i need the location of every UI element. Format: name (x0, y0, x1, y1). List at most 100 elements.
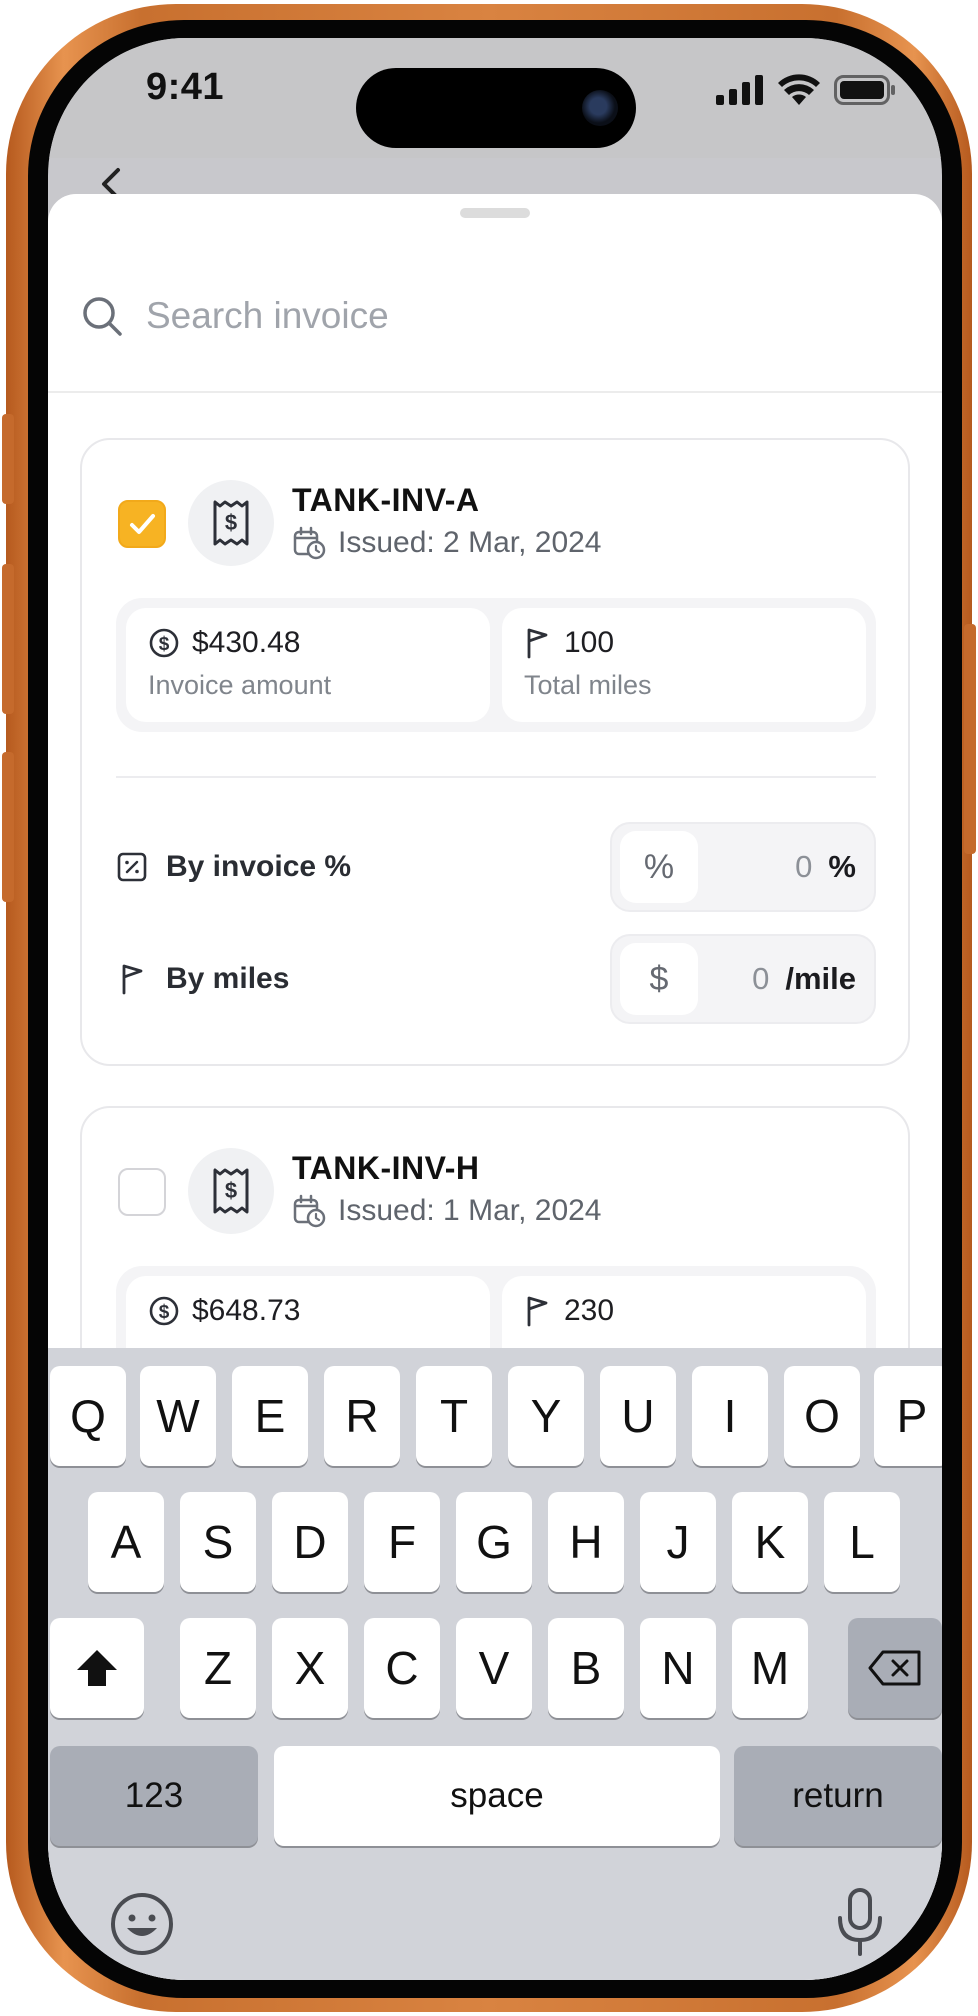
volume-down-button (2, 752, 14, 902)
key-x[interactable]: X (272, 1618, 348, 1718)
volume-up-button (2, 564, 14, 714)
total-miles-value: 100 (564, 626, 615, 659)
phone-frame: 9:41 Search invoice $ TANK-INV-A Issued:… (2, 4, 976, 2012)
key-h[interactable]: H (548, 1492, 624, 1592)
key-w[interactable]: W (140, 1366, 216, 1466)
total-miles-value: 230 (564, 1294, 615, 1327)
by-invoice-percent-row: By invoice % % 0 % (116, 822, 876, 912)
emoji-icon[interactable] (108, 1890, 176, 1958)
key-v[interactable]: V (456, 1618, 532, 1718)
flag-icon (122, 964, 143, 995)
checkmark-icon (130, 514, 155, 534)
key-q[interactable]: Q (50, 1366, 126, 1466)
invoice-amount-label: Invoice amount (148, 670, 332, 700)
per-mile-unit: /mile (785, 961, 856, 996)
shift-icon (77, 1650, 117, 1686)
receipt-dollar-icon: $ (188, 1148, 274, 1234)
calendar-clock-icon (293, 526, 326, 560)
svg-text:$: $ (225, 510, 237, 535)
camera-icon (582, 90, 618, 126)
screen: 9:41 Search invoice $ TANK-INV-A Issued:… (48, 38, 942, 1980)
key-l[interactable]: L (824, 1492, 900, 1592)
key-e[interactable]: E (232, 1366, 308, 1466)
issued-date: Issued: 1 Mar, 2024 (292, 1194, 602, 1228)
key-s[interactable]: S (180, 1492, 256, 1592)
backspace-icon (868, 1650, 921, 1686)
backspace-key[interactable] (848, 1618, 942, 1718)
microphone-icon[interactable] (832, 1886, 888, 1958)
sheet-grabber[interactable] (460, 208, 530, 218)
key-n[interactable]: N (640, 1618, 716, 1718)
key-g[interactable]: G (456, 1492, 532, 1592)
svg-text:$: $ (225, 1178, 237, 1203)
total-miles-label: Total miles (524, 670, 652, 700)
flag-icon (527, 628, 548, 659)
divider (116, 776, 876, 778)
status-bar: 9:41 (48, 38, 942, 158)
key-p[interactable]: P (874, 1366, 942, 1466)
power-button (964, 624, 976, 854)
receipt-dollar-icon: $ (188, 480, 274, 566)
key-z[interactable]: Z (180, 1618, 256, 1718)
invoice-checkbox[interactable] (118, 1168, 166, 1216)
calendar-clock-icon (293, 1194, 326, 1228)
action-button (2, 414, 14, 504)
invoice-number: TANK-INV-H (292, 1150, 480, 1186)
svg-text:$: $ (159, 634, 170, 655)
svg-text:$: $ (159, 1302, 170, 1323)
key-j[interactable]: J (640, 1492, 716, 1592)
by-miles-label: By miles (166, 962, 290, 995)
percent-value[interactable]: 0 (698, 849, 828, 885)
cellular-signal-icon (716, 75, 763, 105)
per-mile-value[interactable]: 0 (698, 961, 785, 997)
battery-icon (834, 75, 895, 105)
invoice-amount-value: $430.48 (192, 626, 301, 659)
shift-key[interactable] (50, 1618, 144, 1718)
key-f[interactable]: F (364, 1492, 440, 1592)
key-m[interactable]: M (732, 1618, 808, 1718)
key-c[interactable]: C (364, 1618, 440, 1718)
invoice-card[interactable]: $ TANK-INV-A Issued: 2 Mar, 2024 $ $430.… (80, 438, 910, 1066)
invoice-amount-value: $648.73 (192, 1294, 301, 1327)
numbers-key[interactable]: 123 (50, 1746, 258, 1846)
key-t[interactable]: T (416, 1366, 492, 1466)
issued-date: Issued: 2 Mar, 2024 (292, 526, 602, 560)
percent-input[interactable]: % 0 % (610, 822, 876, 912)
invoice-stats: $ $430.48 Invoice amount 100 Total miles (116, 598, 876, 732)
issued-text: Issued: 1 Mar, 2024 (338, 1194, 602, 1227)
key-y[interactable]: Y (508, 1366, 584, 1466)
divider (48, 391, 942, 393)
dollar-toggle-button[interactable]: $ (620, 943, 698, 1015)
return-key[interactable]: return (734, 1746, 942, 1846)
key-b[interactable]: B (548, 1618, 624, 1718)
by-invoice-percent-label: By invoice % (166, 850, 352, 883)
flag-icon (527, 1296, 548, 1327)
wifi-icon (778, 74, 820, 105)
status-time: 9:41 (146, 66, 225, 108)
search-bar[interactable]: Search invoice (80, 294, 389, 338)
search-icon (83, 297, 122, 336)
key-o[interactable]: O (784, 1366, 860, 1466)
key-d[interactable]: D (272, 1492, 348, 1592)
key-i[interactable]: I (692, 1366, 768, 1466)
key-k[interactable]: K (732, 1492, 808, 1592)
search-input[interactable]: Search invoice (146, 295, 389, 337)
key-r[interactable]: R (324, 1366, 400, 1466)
space-key[interactable]: space (274, 1746, 720, 1846)
invoice-amount-stat: $ $430.48 Invoice amount (126, 608, 490, 722)
dollar-circle-icon: $ (149, 628, 179, 658)
by-miles-row: By miles $ 0 /mile (116, 934, 876, 1024)
per-mile-input[interactable]: $ 0 /mile (610, 934, 876, 1024)
percent-square-icon (117, 852, 147, 882)
invoice-checkbox[interactable] (118, 500, 166, 548)
invoice-number: TANK-INV-A (292, 482, 480, 518)
dynamic-island (356, 68, 636, 148)
key-a[interactable]: A (88, 1492, 164, 1592)
key-u[interactable]: U (600, 1366, 676, 1466)
total-miles-stat: 100 Total miles (502, 608, 866, 722)
keyboard: Q W E R T Y U I O P A S D F G H J K L Z (48, 1348, 942, 1980)
percent-unit: % (828, 849, 856, 884)
status-icons (716, 74, 896, 106)
percent-toggle-button[interactable]: % (620, 831, 698, 903)
issued-text: Issued: 2 Mar, 2024 (338, 526, 602, 559)
